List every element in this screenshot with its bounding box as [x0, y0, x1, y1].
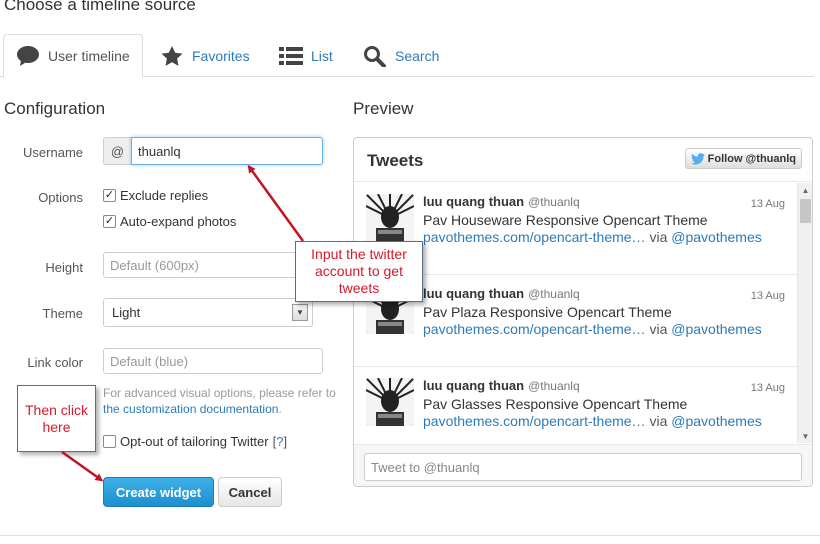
tab-list[interactable]: List	[279, 34, 333, 77]
tweet-handle[interactable]: @thuanlq	[528, 287, 580, 301]
tweet-list-scrollbar[interactable]: ▲ ▼	[797, 183, 812, 443]
chevron-down-icon[interactable]: ▼	[292, 304, 308, 321]
link-color-label: Link color	[27, 355, 83, 370]
tab-favorites[interactable]: Favorites	[160, 34, 250, 77]
scroll-up-icon[interactable]: ▲	[798, 183, 812, 197]
tweet-link[interactable]: pavothemes.com/opencart-theme…	[423, 229, 646, 245]
customization-docs-link[interactable]: the customization documentation	[103, 402, 278, 416]
optout-checkbox[interactable]	[103, 435, 116, 448]
tab-favorites-label: Favorites	[192, 47, 250, 64]
annotation-arrow-input	[247, 164, 305, 242]
theme-label: Theme	[42, 306, 83, 321]
annotation-callout-input: Input the twitter account to get tweets	[295, 241, 423, 302]
auto-expand-option[interactable]: ✓ Auto-expand photos	[103, 214, 236, 229]
tweet-author: luu quang thuan @thuanlq	[423, 194, 580, 209]
scroll-thumb[interactable]	[800, 199, 811, 223]
tweet-author-name[interactable]: luu quang thuan	[423, 378, 524, 393]
optout-label: Opt-out of tailoring Twitter	[120, 434, 269, 449]
height-input[interactable]: Default (600px)	[103, 252, 313, 278]
advanced-options-help: For advanced visual options, please refe…	[103, 385, 348, 417]
tweet-link-row: pavothemes.com/opencart-theme… via @pavo…	[423, 229, 762, 245]
tweet-item[interactable]: luu quang thuan @thuanlq 13 Aug Pav Glass…	[354, 367, 799, 443]
link-color-input[interactable]: Default (blue)	[103, 348, 323, 374]
tweet-via: via	[649, 413, 668, 429]
username-input-group: @ thuanlq	[103, 137, 323, 165]
tweet-date[interactable]: 13 Aug	[751, 290, 785, 302]
speech-bubble-icon	[17, 46, 39, 66]
tweet-via-handle[interactable]: @pavothemes	[671, 229, 761, 245]
tweet-author-name[interactable]: luu quang thuan	[423, 194, 524, 209]
tweet-link[interactable]: pavothemes.com/opencart-theme…	[423, 413, 646, 429]
tab-user-timeline-label: User timeline	[48, 48, 130, 64]
create-widget-button[interactable]: Create widget	[103, 477, 214, 507]
tweet-date[interactable]: 13 Aug	[751, 382, 785, 394]
configuration-title: Configuration	[4, 99, 106, 118]
tweet-link-row: pavothemes.com/opencart-theme… via @pavo…	[423, 321, 762, 337]
help-text: For advanced visual options, please refe…	[103, 386, 336, 400]
widget-title: Tweets	[367, 151, 424, 170]
tab-search[interactable]: Search	[363, 34, 439, 77]
bottom-divider	[0, 535, 820, 536]
timeline-preview-widget: Tweets Follow @thuanlq luu quang thuan @t…	[353, 137, 813, 487]
tweet-author: luu quang thuan @thuanlq	[423, 286, 580, 301]
at-prefix: @	[103, 137, 131, 165]
optout-option[interactable]: Opt-out of tailoring Twitter [?]	[103, 434, 287, 449]
exclude-replies-option[interactable]: ✓ Exclude replies	[103, 188, 208, 203]
list-icon	[279, 46, 303, 65]
avatar[interactable]	[366, 378, 414, 426]
exclude-replies-label: Exclude replies	[120, 188, 209, 203]
username-input[interactable]: thuanlq	[131, 137, 323, 165]
help-text-period: .	[278, 402, 282, 416]
timeline-source-tabs: User timeline Favorites List Search	[0, 34, 814, 78]
tweet-author: luu quang thuan @thuanlq	[423, 378, 580, 393]
tweet-handle[interactable]: @thuanlq	[528, 379, 580, 393]
twitter-bird-icon	[690, 152, 705, 165]
tweet-text: Pav Houseware Responsive Opencart Theme	[423, 212, 708, 228]
tweet-date[interactable]: 13 Aug	[751, 198, 785, 210]
scroll-down-icon[interactable]: ▼	[798, 429, 812, 443]
tweet-via: via	[649, 321, 668, 337]
widget-header: Tweets Follow @thuanlq	[354, 138, 812, 182]
exclude-replies-checkbox[interactable]: ✓	[103, 189, 116, 202]
tweet-link-row: pavothemes.com/opencart-theme… via @pavo…	[423, 413, 762, 429]
auto-expand-checkbox[interactable]: ✓	[103, 215, 116, 228]
tweet-link[interactable]: pavothemes.com/opencart-theme…	[423, 321, 646, 337]
avatar[interactable]	[366, 194, 414, 242]
auto-expand-label: Auto-expand photos	[120, 214, 237, 229]
optout-bracket-close: ]	[283, 434, 288, 449]
tab-search-label: Search	[395, 47, 440, 64]
magnifier-icon	[364, 45, 386, 67]
tweet-author-name[interactable]: luu quang thuan	[423, 286, 524, 301]
follow-button-label: Follow @thuanlq	[707, 152, 796, 165]
tweet-to-input[interactable]: Tweet to @thuanlq	[364, 453, 802, 481]
annotation-callout-click: Then click here	[17, 385, 96, 452]
options-label: Options	[38, 190, 83, 205]
tab-user-timeline[interactable]: User timeline	[3, 34, 143, 78]
widget-footer: Tweet to @thuanlq	[354, 444, 812, 486]
tab-list-label: List	[311, 47, 333, 64]
preview-title: Preview	[353, 99, 414, 118]
tweet-via-handle[interactable]: @pavothemes	[671, 321, 761, 337]
tweet-text: Pav Plaza Responsive Opencart Theme	[423, 304, 672, 320]
tweet-via: via	[649, 229, 668, 245]
star-icon	[161, 45, 183, 66]
annotation-arrow-click	[61, 450, 104, 482]
follow-button[interactable]: Follow @thuanlq	[684, 148, 802, 169]
theme-select-value: Light	[112, 305, 141, 320]
tweet-via-handle[interactable]: @pavothemes	[671, 413, 761, 429]
username-label: Username	[23, 145, 83, 160]
height-label: Height	[45, 260, 83, 275]
tweet-list: luu quang thuan @thuanlq 13 Aug Pav House…	[354, 183, 799, 443]
tweet-text: Pav Glasses Responsive Opencart Theme	[423, 396, 688, 412]
cancel-button[interactable]: Cancel	[218, 477, 282, 507]
theme-select[interactable]: Light ▼	[103, 298, 313, 327]
tweet-handle[interactable]: @thuanlq	[528, 195, 580, 209]
page-heading: Choose a timeline source	[4, 0, 196, 14]
